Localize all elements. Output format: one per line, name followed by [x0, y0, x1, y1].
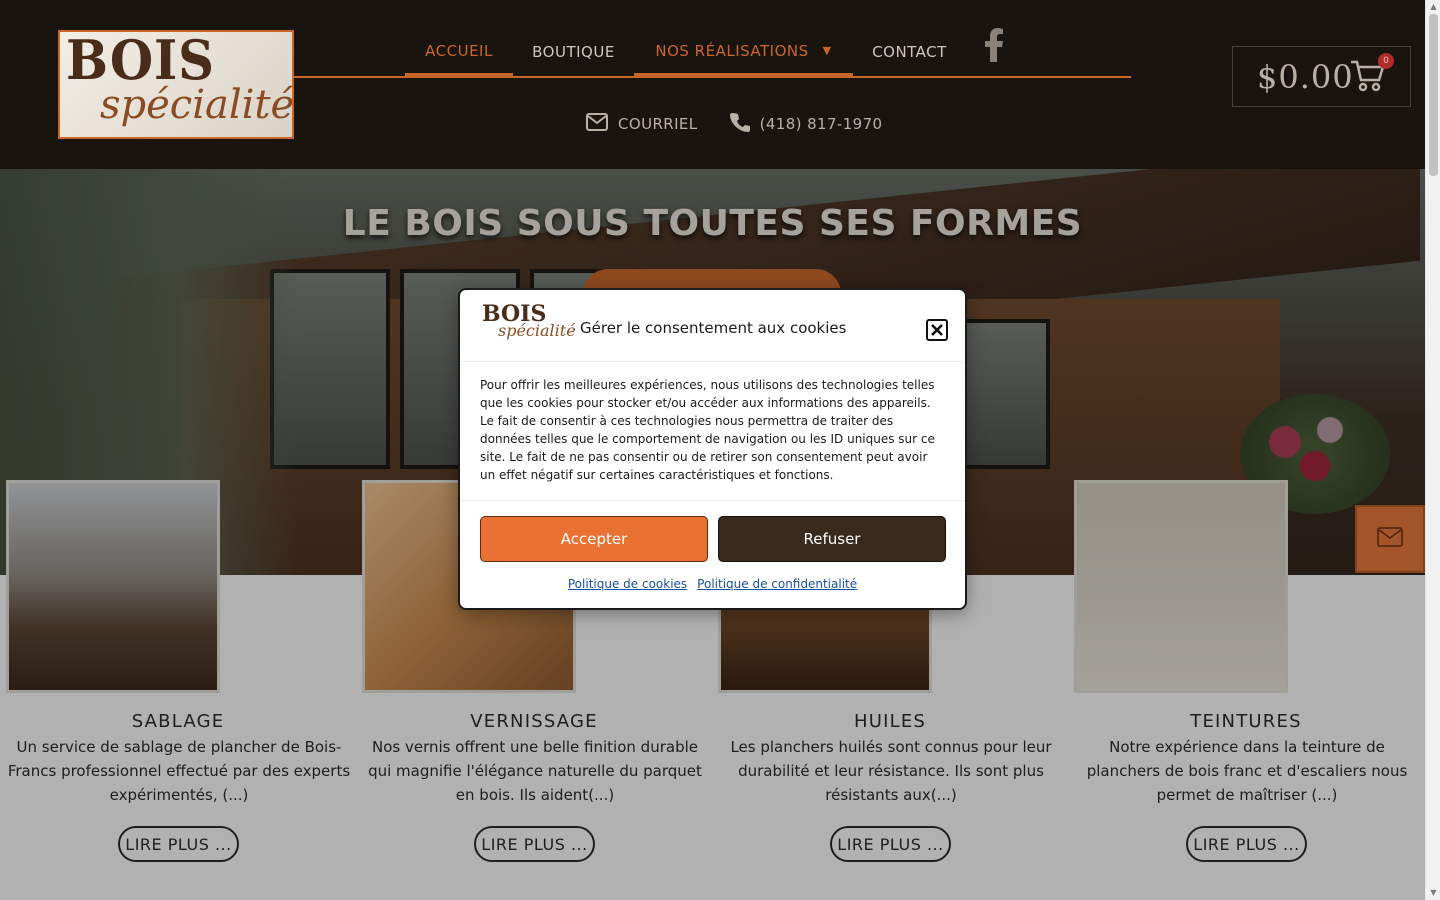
- cookie-dialog-logo: BOIS spécialité: [480, 301, 576, 346]
- cookie-policy-link[interactable]: Politique de cookies: [568, 577, 687, 591]
- site-logo[interactable]: BOIS spécialité: [58, 30, 294, 139]
- cookie-dialog-title: Gérer le consentement aux cookies: [580, 319, 847, 337]
- cookie-dialog-header: BOIS spécialité Gérer le consentement au…: [460, 290, 965, 362]
- nav-item-realisations[interactable]: NOS RÉALISATIONS ▼: [634, 28, 853, 76]
- cart-count-badge: 0: [1378, 53, 1394, 69]
- scroll-down-arrow-icon[interactable]: ▼: [1429, 888, 1438, 897]
- cookie-consent-dialog: BOIS spécialité Gérer le consentement au…: [458, 288, 967, 610]
- scroll-up-arrow-icon[interactable]: ▲: [1429, 2, 1438, 11]
- nav-item-accueil[interactable]: ACCUEIL: [405, 28, 513, 76]
- logo-text-specialite: spécialité: [100, 82, 294, 128]
- privacy-policy-link[interactable]: Politique de confidentialité: [697, 577, 857, 591]
- cart-amount: $0.00: [1257, 57, 1354, 96]
- accept-cookies-button[interactable]: Accepter: [480, 516, 708, 562]
- nav-item-contact[interactable]: CONTACT: [853, 28, 966, 76]
- cart-button[interactable]: $0.00 0: [1232, 46, 1411, 107]
- contact-row: COURRIEL (418) 817-1970: [586, 112, 882, 136]
- page-scrollbar[interactable]: ▲ ▼: [1425, 0, 1440, 900]
- close-button[interactable]: [926, 319, 948, 341]
- cookie-logo-text-specialite: spécialité: [498, 321, 576, 340]
- chevron-down-icon: ▼: [822, 44, 832, 57]
- refuse-cookies-button[interactable]: Refuser: [718, 516, 946, 562]
- phone-icon[interactable]: [729, 112, 750, 136]
- email-link[interactable]: COURRIEL: [618, 115, 698, 133]
- nav-item-boutique[interactable]: BOUTIQUE: [513, 28, 634, 76]
- nav-item-realisations-label: NOS RÉALISATIONS: [655, 41, 809, 60]
- close-icon: [931, 324, 943, 336]
- facebook-icon[interactable]: [985, 28, 1005, 64]
- phone-link[interactable]: (418) 817-1970: [760, 115, 883, 133]
- cookie-policy-links: Politique de cookies Politique de confid…: [460, 577, 965, 591]
- cookie-dialog-text: Pour offrir les meilleures expériences, …: [480, 378, 935, 482]
- envelope-icon[interactable]: [586, 113, 608, 135]
- main-nav: ACCUEIL BOUTIQUE NOS RÉALISATIONS ▼ CONT…: [294, 28, 1131, 78]
- site-header: BOIS spécialité ACCUEIL BOUTIQUE NOS RÉA…: [0, 0, 1425, 169]
- scrollbar-thumb[interactable]: [1429, 14, 1438, 176]
